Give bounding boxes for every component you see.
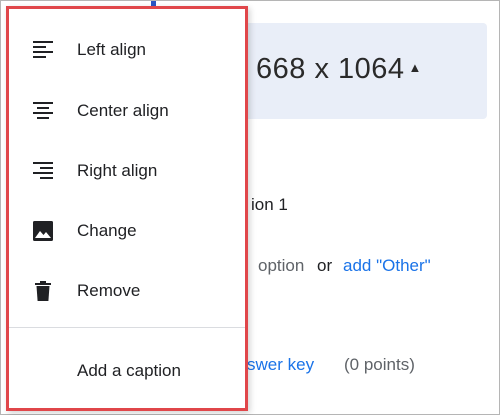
menu-item-label: Change <box>77 221 137 240</box>
menu-item-change[interactable]: Change <box>9 206 245 256</box>
image-size-text: 668 x 1064 <box>256 53 405 85</box>
caret-up-icon: ▲ <box>408 60 422 75</box>
option-label: ion 1 <box>251 195 288 214</box>
image-icon <box>33 221 53 241</box>
menu-item-label: Center align <box>77 101 169 120</box>
menu-divider <box>9 327 245 328</box>
format-align-center-icon <box>33 102 53 119</box>
menu-item-remove[interactable]: Remove <box>9 266 245 316</box>
format-align-right-icon <box>33 162 53 179</box>
points-text: (0 points) <box>344 355 415 374</box>
menu-item-label: Right align <box>77 161 158 180</box>
add-option-text[interactable]: option <box>258 256 304 276</box>
menu-item-label: Add a caption <box>77 361 181 380</box>
menu-item-add-caption[interactable]: Add a caption <box>9 346 245 396</box>
or-text: or <box>317 256 333 275</box>
add-other-link[interactable]: add "Other" <box>343 256 431 276</box>
image-size-label[interactable]: 668 x 1064 ▲ <box>256 53 422 86</box>
menu-item-label: Left align <box>77 40 146 59</box>
menu-item-label: Remove <box>77 281 141 300</box>
menu-item-left-align[interactable]: Left align <box>9 25 245 75</box>
answer-key-link[interactable]: swer key <box>247 355 314 375</box>
image-options-menu: Left align Center align Right align Chan… <box>6 6 248 411</box>
format-align-left-icon <box>33 41 53 58</box>
menu-item-center-align[interactable]: Center align <box>9 86 245 136</box>
trash-icon <box>35 281 51 301</box>
menu-item-right-align[interactable]: Right align <box>9 146 245 196</box>
